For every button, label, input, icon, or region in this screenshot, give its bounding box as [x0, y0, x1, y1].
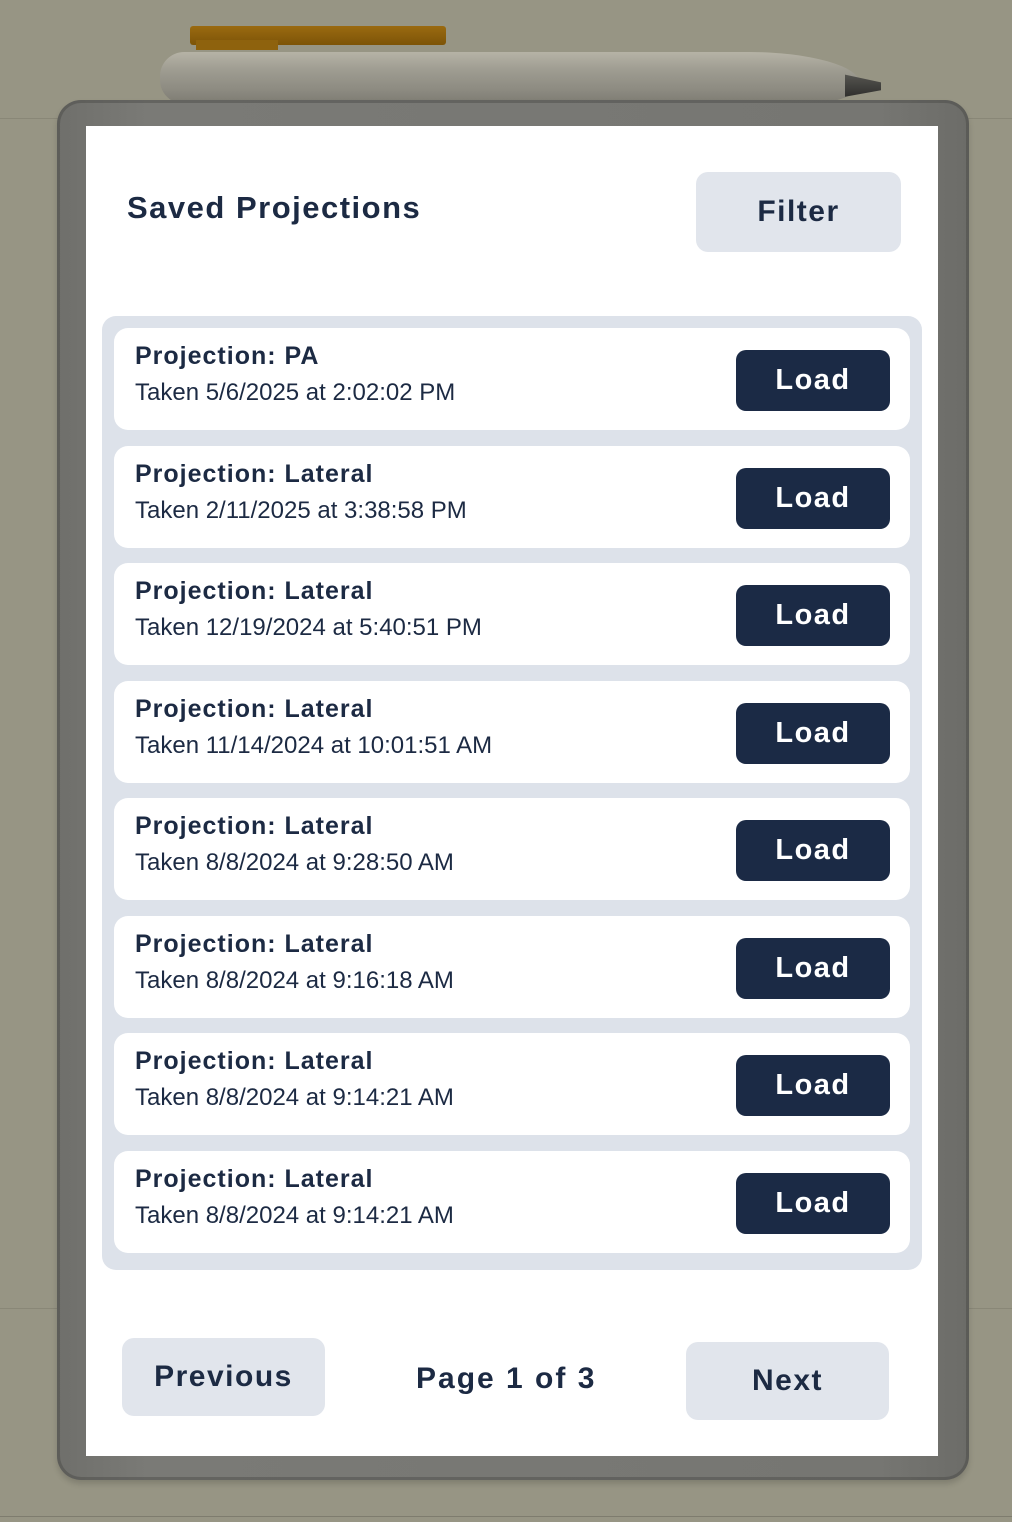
projection-title: Projection: Lateral: [135, 577, 374, 605]
page-title: Saved Projections: [127, 190, 422, 225]
projection-title: Projection: PA: [135, 342, 320, 370]
projection-title: Projection: Lateral: [135, 459, 374, 488]
projection-list: Projection: PA Taken 5/6/2025 at 2:02:02…: [114, 328, 910, 1268]
pen-tip: [845, 74, 881, 97]
load-button[interactable]: Load: [736, 937, 890, 999]
projection-timestamp: Taken 12/19/2024 at 5:40:51 PM: [135, 614, 482, 641]
load-button[interactable]: Load: [736, 820, 890, 881]
projection-title: Projection: Lateral: [135, 1047, 374, 1075]
projection-timestamp: Taken 8/8/2024 at 9:16:18 AM: [135, 966, 454, 994]
projection-timestamp: Taken 8/8/2024 at 9:14:21 AM: [135, 1084, 454, 1111]
projection-list-container: Projection: PA Taken 5/6/2025 at 2:02:02…: [102, 316, 922, 1270]
projection-title: Projection: Lateral: [135, 694, 374, 723]
load-button[interactable]: Load: [736, 585, 890, 646]
load-button[interactable]: Load: [736, 1055, 890, 1116]
list-item: Projection: Lateral Taken 8/8/2024 at 9:…: [114, 1033, 910, 1135]
projection-title: Projection: Lateral: [135, 929, 374, 958]
projection-timestamp: Taken 11/14/2024 at 10:01:51 AM: [135, 731, 493, 759]
list-item: Projection: Lateral Taken 11/14/2024 at …: [114, 680, 910, 783]
previous-page-button[interactable]: Previous: [122, 1338, 325, 1416]
load-button[interactable]: Load: [736, 702, 890, 764]
load-button[interactable]: Load: [736, 467, 890, 529]
projection-title: Projection: Lateral: [135, 1164, 374, 1193]
projection-timestamp: Taken 8/8/2024 at 9:28:50 AM: [135, 849, 454, 876]
list-item: Projection: Lateral Taken 2/11/2025 at 3…: [114, 445, 910, 548]
next-page-button[interactable]: Next: [686, 1342, 889, 1420]
page-indicator: Page 1 of 3: [416, 1362, 597, 1395]
table-seam: [0, 1516, 1012, 1517]
list-item: Projection: Lateral Taken 12/19/2024 at …: [114, 563, 910, 665]
projection-title: Projection: Lateral: [135, 812, 374, 840]
pen-icon: [160, 52, 860, 104]
projection-timestamp: Taken 2/11/2025 at 3:38:58 PM: [135, 496, 467, 524]
filter-button[interactable]: Filter: [696, 172, 901, 252]
list-item: Projection: Lateral Taken 8/8/2024 at 9:…: [114, 1150, 910, 1253]
list-item: Projection: Lateral Taken 8/8/2024 at 9:…: [114, 915, 910, 1018]
saved-projections-panel: Saved Projections Filter Projection: PA …: [86, 126, 938, 1456]
projection-timestamp: Taken 5/6/2025 at 2:02:02 PM: [135, 379, 456, 406]
pen-clip-notch: [196, 40, 278, 50]
projection-timestamp: Taken 8/8/2024 at 9:14:21 AM: [135, 1201, 454, 1229]
load-button[interactable]: Load: [736, 350, 890, 411]
list-item: Projection: PA Taken 5/6/2025 at 2:02:02…: [114, 328, 910, 430]
list-item: Projection: Lateral Taken 8/8/2024 at 9:…: [114, 798, 910, 900]
load-button[interactable]: Load: [736, 1172, 890, 1234]
